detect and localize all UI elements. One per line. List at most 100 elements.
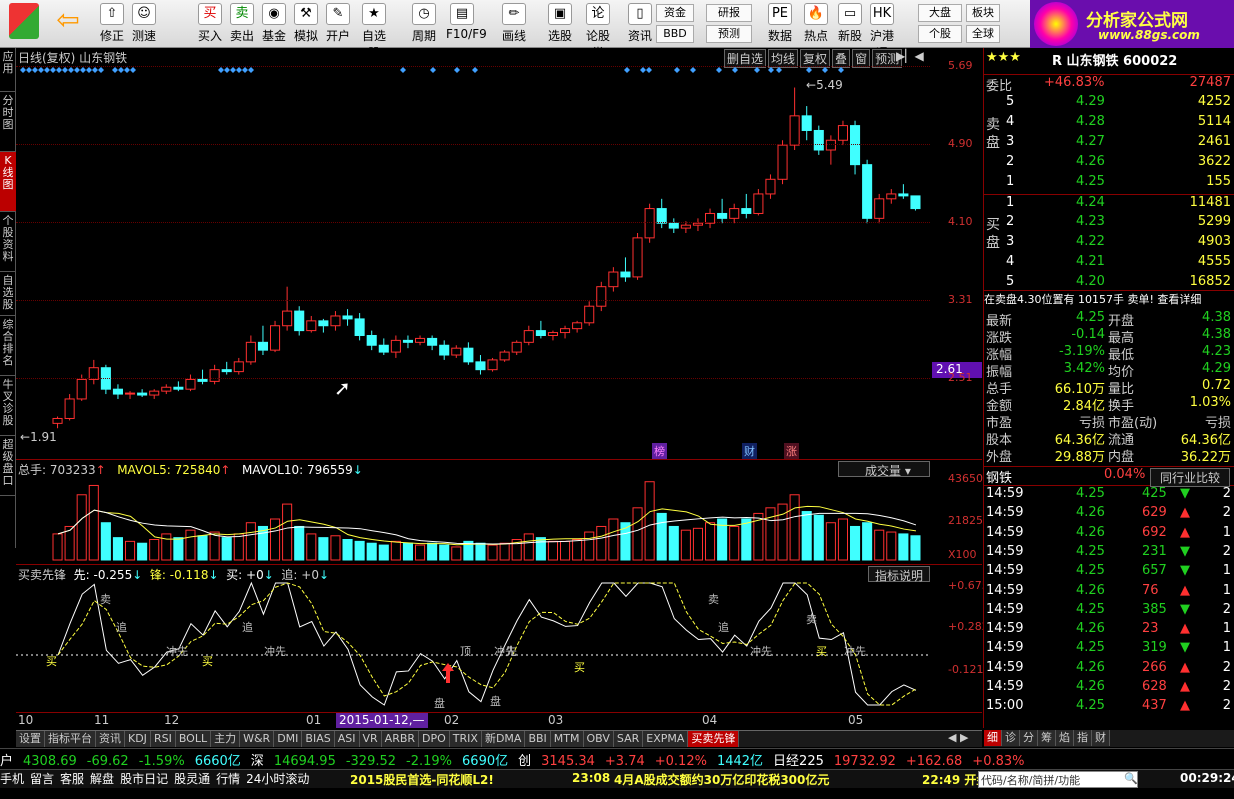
quote-tab-3[interactable]: 筹: [1038, 730, 1056, 746]
indicator-chart[interactable]: 买卖追冲先买追冲先盘 盘冲先顶 先买卖追冲先卖买 冲先: [16, 565, 930, 713]
toolbar-button-13[interactable]: ▯ 资讯: [624, 3, 656, 45]
quote-tab-4[interactable]: 焰: [1056, 730, 1074, 746]
toolbar-small-button-3[interactable]: 预测: [706, 25, 752, 43]
kline-chart[interactable]: [16, 48, 930, 460]
toolbar-button-7[interactable]: ★ 自选股: [358, 3, 390, 60]
toolbar-button-0[interactable]: ⇧ 修正: [96, 3, 128, 45]
quote-tab-1[interactable]: 诊: [1002, 730, 1020, 746]
toolbar-small-button-7[interactable]: 全球: [966, 25, 1000, 43]
volume-bar: [185, 529, 196, 561]
toolbar-button-1[interactable]: ☺ 测速: [128, 3, 160, 45]
toolbar-small-button-4[interactable]: 大盘: [918, 4, 962, 22]
left-tab-7[interactable]: 超级盘口: [0, 436, 16, 496]
indicator-tab-2[interactable]: 资讯: [96, 731, 125, 747]
footer-link-1[interactable]: 留言: [30, 772, 54, 786]
toolbar-button-17[interactable]: HK沪港通: [866, 3, 898, 60]
toolbar-button-4[interactable]: ◉ 基金: [258, 3, 290, 45]
promo-text[interactable]: 2015股民首选-同花顺L2!: [350, 771, 494, 788]
indicator-tab-18[interactable]: OBV: [583, 731, 614, 747]
footer-link-4[interactable]: 股市日记: [120, 772, 168, 786]
indicator-tab-1[interactable]: 指标平台: [45, 731, 96, 747]
indicator-tab-8[interactable]: DMI: [274, 731, 303, 747]
volume-bar: [741, 518, 752, 561]
candle-body: [451, 347, 462, 356]
event-tag-rank[interactable]: 榜: [652, 443, 667, 459]
indicator-tab-12[interactable]: ARBR: [381, 731, 420, 747]
footer-link-7[interactable]: 24小时滚动: [246, 772, 309, 786]
news-ticker[interactable]: 4月A股成交额约30万亿印花税300亿元: [614, 771, 829, 788]
toolbar-small-button-0[interactable]: 资金: [656, 4, 694, 22]
sector-compare-button[interactable]: 同行业比较: [1150, 468, 1230, 487]
toolbar-small-button-2[interactable]: 研报: [706, 4, 752, 22]
indicator-tab-10[interactable]: ASI: [334, 731, 360, 747]
indicator-tab-19[interactable]: SAR: [613, 731, 644, 747]
indicator-tab-6[interactable]: 主力: [211, 731, 241, 747]
footer-link-6[interactable]: 行情: [216, 772, 240, 786]
left-tab-6[interactable]: 牛叉诊股: [0, 376, 16, 436]
event-tag-limit-up[interactable]: 涨: [784, 443, 799, 459]
toolbar-button-16[interactable]: ▭ 新股: [834, 3, 866, 45]
toolbar-button-11[interactable]: ▣ 选股: [544, 3, 576, 45]
indicator-tab-17[interactable]: MTM: [550, 731, 584, 747]
indicator-tab-0[interactable]: 设置: [16, 731, 45, 747]
left-tab-1[interactable]: 分时图: [0, 92, 16, 152]
tab-scroll-arrows-icon[interactable]: ◀ ▶: [948, 731, 968, 744]
indicator-tab-14[interactable]: TRIX: [449, 731, 482, 747]
left-tab-5[interactable]: 综合排名: [0, 316, 16, 376]
toolbar-button-14[interactable]: PE 数据: [764, 3, 796, 45]
indicator-tab-20[interactable]: EXPMA: [643, 731, 689, 747]
toolbar-button-2[interactable]: 买买入: [194, 3, 226, 45]
candle-body: [862, 164, 873, 219]
left-tab-2[interactable]: K线图: [0, 152, 16, 212]
toolbar-button-9[interactable]: ▤ F10/F9: [446, 3, 487, 45]
toolbar-button-3[interactable]: 卖卖出: [226, 3, 258, 45]
footer-link-3[interactable]: 解盘: [90, 772, 114, 786]
kline-pane[interactable]: 日线(复权) 山东钢铁 删自选 均线 复权叠窗预测 ▶▏◀ 2.61 ←5.49 ←…: [16, 48, 982, 460]
indicator-tab-16[interactable]: BBI: [525, 731, 551, 747]
left-tab-0[interactable]: 应用: [0, 48, 16, 92]
level-num: 3: [1006, 134, 1015, 149]
toolbar-button-5[interactable]: ⚒ 模拟: [290, 3, 322, 45]
indicator-tab-11[interactable]: VR: [359, 731, 382, 747]
mouse-cursor-icon: ➚: [334, 376, 351, 400]
signal-diamond-icon: [248, 67, 254, 73]
app-logo-icon[interactable]: [6, 3, 42, 45]
indicator-tab-4[interactable]: RSI: [150, 731, 176, 747]
volume-chart[interactable]: [16, 460, 930, 565]
footer-link-5[interactable]: 股灵通: [174, 772, 210, 786]
toolbar-button-15[interactable]: 🔥 热点: [800, 3, 832, 45]
quote-tab-5[interactable]: 指: [1074, 730, 1092, 746]
indicator-tab-15[interactable]: 新DMA: [481, 731, 526, 747]
toolbar-small-button-6[interactable]: 板块: [966, 4, 1000, 22]
candle-body: [463, 347, 474, 363]
indicator-tab-7[interactable]: W&R: [240, 731, 275, 747]
toolbar-button-10[interactable]: ✏ 画线: [498, 3, 530, 45]
event-tag-finance[interactable]: 财: [742, 443, 757, 459]
back-icon[interactable]: ⇦: [50, 3, 86, 45]
indicator-pane[interactable]: 买卖先锋 先: -0.255↓ 锋: -0.118↓ 买: +0↓ 追: +0↓…: [16, 565, 989, 713]
toolbar-button-6[interactable]: ✎ 开户: [322, 3, 354, 45]
indicator-tab-3[interactable]: KDJ: [125, 731, 151, 747]
signal-diamond-icon: [242, 67, 248, 73]
indicator-tab-9[interactable]: BIAS: [302, 731, 335, 747]
indicator-tab-21[interactable]: 买卖先锋: [688, 731, 740, 747]
search-icon[interactable]: 🔍: [1124, 772, 1138, 785]
quote-tab-6[interactable]: 财: [1092, 730, 1110, 746]
toolbar-small-button-1[interactable]: BBD: [656, 25, 694, 43]
quote-tab-0[interactable]: 细: [984, 730, 1002, 746]
tick-row: 15:00 4.25 437 2 ▲: [984, 698, 1234, 718]
signal-diamond-icon: [768, 67, 774, 73]
footer-link-0[interactable]: 手机: [0, 772, 24, 786]
quote-tab-2[interactable]: 分: [1020, 730, 1038, 746]
search-input[interactable]: 代码/名称/简拼/功能: [978, 771, 1138, 788]
left-tab-3[interactable]: 个股资料: [0, 212, 16, 272]
signal-diamond-icon: [38, 67, 44, 73]
indicator-tab-13[interactable]: DPO: [419, 731, 450, 747]
toolbar-button-12[interactable]: 论论股堂: [582, 3, 614, 60]
left-tab-4[interactable]: 自选股: [0, 272, 16, 316]
indicator-tab-5[interactable]: BOLL: [175, 731, 212, 747]
footer-link-2[interactable]: 客服: [60, 772, 84, 786]
toolbar-button-8[interactable]: ◷ 周期: [408, 3, 440, 45]
toolbar-small-button-5[interactable]: 个股: [918, 25, 962, 43]
volume-pane[interactable]: 总手: 703233↑ MAVOL5: 725840↑ MAVOL10: 796…: [16, 460, 983, 565]
